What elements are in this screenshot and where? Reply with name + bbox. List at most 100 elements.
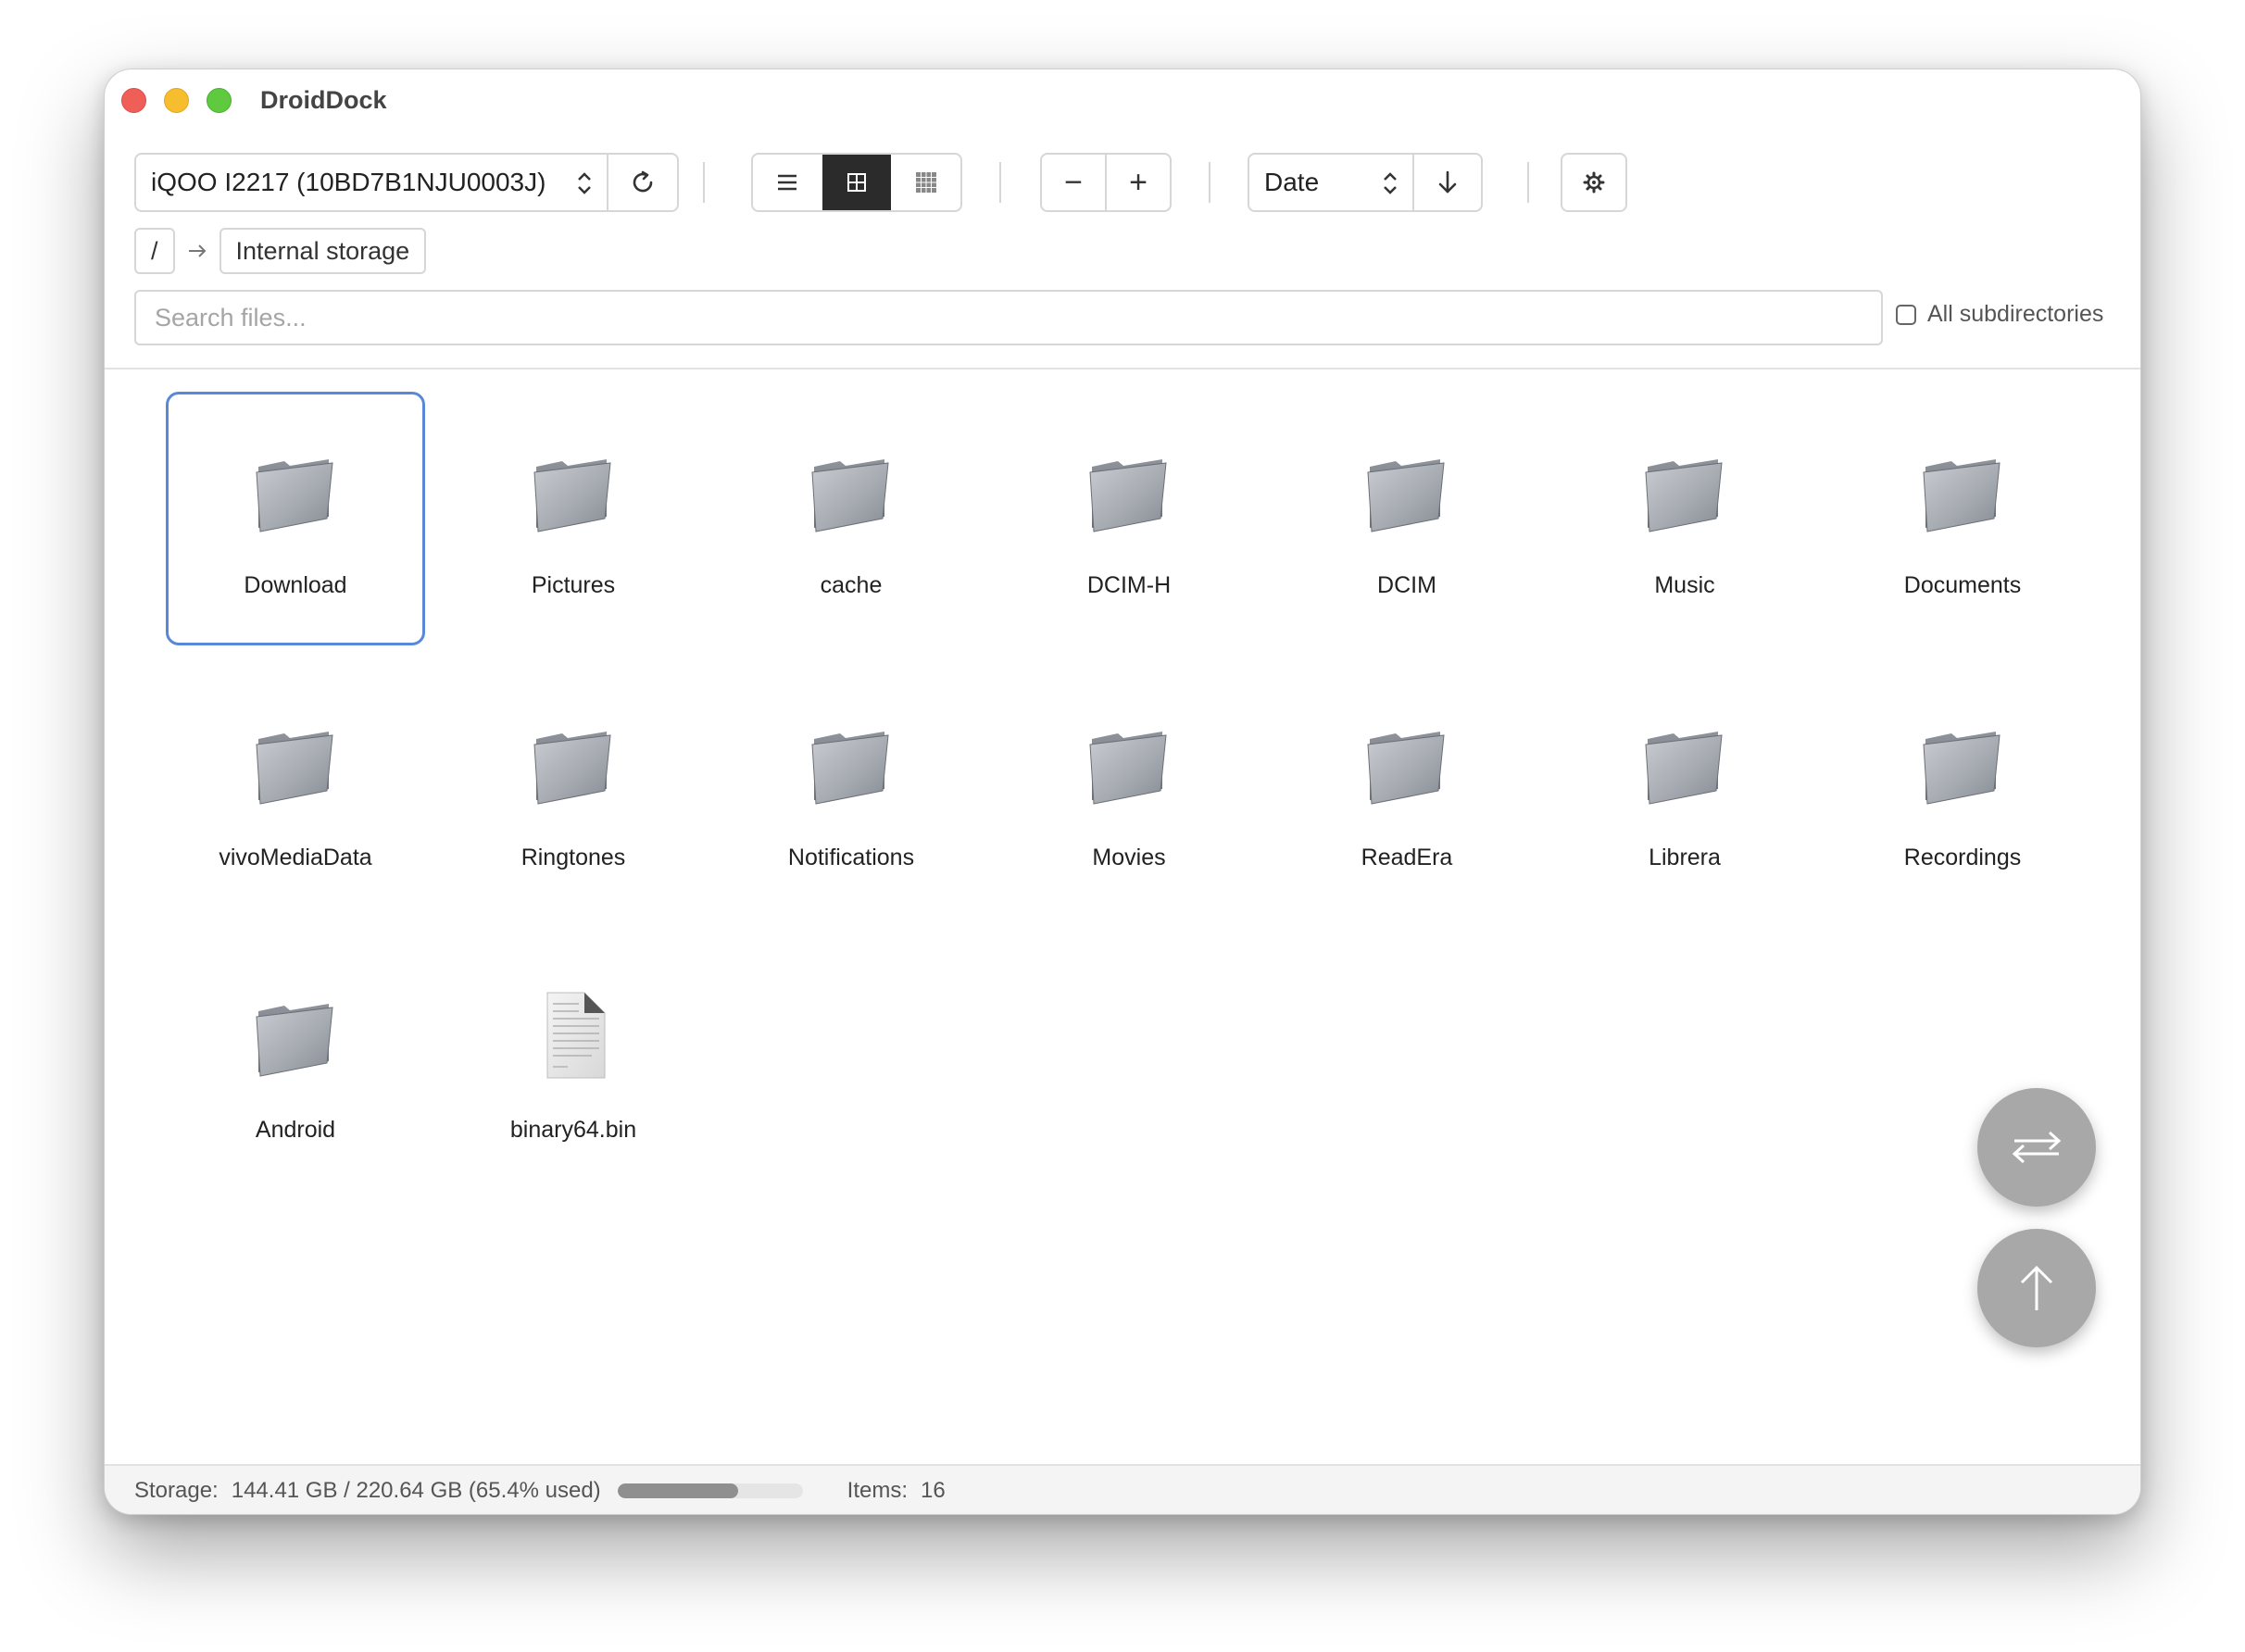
toolbar-divider	[999, 162, 1001, 203]
file-name-label: Notifications	[787, 845, 915, 870]
folder-icon	[527, 717, 620, 809]
search-input[interactable]	[134, 290, 1883, 345]
file-tile[interactable]: binary64.bin	[444, 936, 703, 1190]
folder-icon	[1083, 717, 1175, 809]
folder-icon	[1361, 717, 1453, 809]
folder-tile[interactable]: Ringtones	[444, 664, 703, 918]
folder-tile[interactable]: Movies	[999, 664, 1259, 918]
arrow-down-icon	[1438, 170, 1457, 194]
items-count: Items: 16	[847, 1478, 946, 1504]
transfer-button[interactable]	[1977, 1088, 2096, 1207]
grid-view-button[interactable]	[821, 155, 892, 210]
folder-icon	[805, 717, 897, 809]
dense-grid-icon	[915, 172, 936, 193]
compact-grid-view-button[interactable]	[891, 155, 960, 210]
maximize-window-button[interactable]	[207, 88, 232, 113]
folder-icon	[249, 717, 342, 809]
arrow-up-icon	[2020, 1265, 2053, 1310]
breadcrumb-current[interactable]: Internal storage	[219, 228, 427, 274]
breadcrumb-root[interactable]: /	[134, 228, 175, 274]
folder-icon	[1638, 717, 1731, 809]
refresh-button[interactable]	[607, 153, 679, 212]
subdirectories-label: All subdirectories	[1927, 301, 2104, 327]
device-select-value: iQOO I2217 (10BD7B1NJU0003J)	[151, 168, 546, 196]
file-name-label: ReadEra	[1361, 845, 1453, 870]
device-select[interactable]: iQOO I2217 (10BD7B1NJU0003J)	[134, 153, 608, 212]
file-name-label: Music	[1654, 572, 1715, 598]
subdirectories-checkbox[interactable]	[1896, 304, 1916, 325]
folder-tile[interactable]: cache	[721, 392, 981, 645]
all-subdirectories-toggle[interactable]: All subdirectories	[1896, 301, 2103, 328]
folder-tile[interactable]: Notifications	[721, 664, 981, 918]
gear-icon	[1583, 171, 1605, 194]
storage-value: 144.41 GB / 220.64 GB (65.4% used)	[231, 1478, 601, 1503]
arrow-right-icon	[186, 242, 208, 260]
file-name-label: Librera	[1649, 845, 1721, 870]
settings-button[interactable]	[1561, 153, 1627, 212]
updown-chevron-icon	[1384, 172, 1397, 194]
toolbar-divider	[1527, 162, 1529, 203]
folder-icon	[249, 989, 342, 1082]
sort-direction-button[interactable]	[1412, 153, 1483, 212]
folder-icon	[805, 444, 897, 537]
title-bar: DroidDock	[105, 69, 2140, 132]
folder-icon	[1083, 444, 1175, 537]
folder-tile[interactable]: Pictures	[444, 392, 703, 645]
breadcrumb: / Internal storage	[134, 227, 427, 275]
content-divider	[105, 368, 2140, 369]
list-icon	[778, 174, 797, 191]
sort-select-value: Date	[1264, 168, 1320, 196]
app-window: DroidDock iQOO I2217 (10BD7B1NJU0003J) −…	[104, 69, 2141, 1515]
zoom-out-button[interactable]: −	[1042, 155, 1105, 210]
folder-tile[interactable]: ReadEra	[1277, 664, 1536, 918]
file-name-label: Documents	[1903, 572, 2022, 598]
folder-tile[interactable]: vivoMediaData	[166, 664, 425, 918]
folder-tile[interactable]: DCIM	[1277, 392, 1536, 645]
zoom-in-button[interactable]: +	[1105, 155, 1170, 210]
folder-tile[interactable]: Recordings	[1833, 664, 2092, 918]
upload-button[interactable]	[1977, 1229, 2096, 1347]
file-name-label: DCIM	[1377, 572, 1436, 598]
document-icon	[527, 989, 620, 1082]
list-view-button[interactable]	[753, 155, 822, 210]
file-name-label: Pictures	[531, 572, 616, 598]
folder-tile[interactable]: DCIM-H	[999, 392, 1259, 645]
file-name-label: Ringtones	[520, 845, 626, 870]
minimize-window-button[interactable]	[164, 88, 189, 113]
folder-icon	[1361, 444, 1453, 537]
items-label: Items:	[847, 1478, 908, 1503]
toolbar-divider	[703, 162, 705, 203]
folder-tile[interactable]: Music	[1555, 392, 1814, 645]
file-name-label: Recordings	[1903, 845, 2022, 870]
folder-tile[interactable]: Documents	[1833, 392, 2092, 645]
items-value: 16	[921, 1478, 946, 1503]
file-name-label: Android	[255, 1117, 336, 1143]
file-name-label: binary64.bin	[509, 1117, 637, 1143]
sort-select[interactable]: Date	[1248, 153, 1414, 212]
folder-tile[interactable]: Download	[166, 392, 425, 645]
storage-label: Storage:	[134, 1478, 219, 1503]
window-title: DroidDock	[260, 86, 387, 114]
folder-icon	[249, 444, 342, 537]
storage-progress-bar	[617, 1483, 803, 1498]
refresh-icon	[633, 170, 653, 193]
file-name-label: cache	[820, 572, 883, 598]
grid-icon	[847, 173, 866, 192]
folder-icon	[1916, 444, 2009, 537]
updown-chevron-icon	[578, 172, 591, 194]
file-name-label: DCIM-H	[1086, 572, 1172, 598]
folder-tile[interactable]: Android	[166, 936, 425, 1190]
folder-icon	[1916, 717, 2009, 809]
file-name-label: Movies	[1092, 845, 1166, 870]
status-bar: Storage: 144.41 GB / 220.64 GB (65.4% us…	[105, 1464, 2140, 1514]
swap-arrows-icon	[2012, 1131, 2062, 1164]
folder-icon	[527, 444, 620, 537]
file-name-label: vivoMediaData	[219, 845, 372, 870]
storage-progress-fill	[617, 1483, 739, 1498]
folder-tile[interactable]: Librera	[1555, 664, 1814, 918]
close-window-button[interactable]	[121, 88, 146, 113]
folder-icon	[1638, 444, 1731, 537]
zoom-controls: − +	[1040, 153, 1172, 212]
toolbar-divider	[1209, 162, 1210, 203]
view-mode-toggle	[751, 153, 962, 212]
